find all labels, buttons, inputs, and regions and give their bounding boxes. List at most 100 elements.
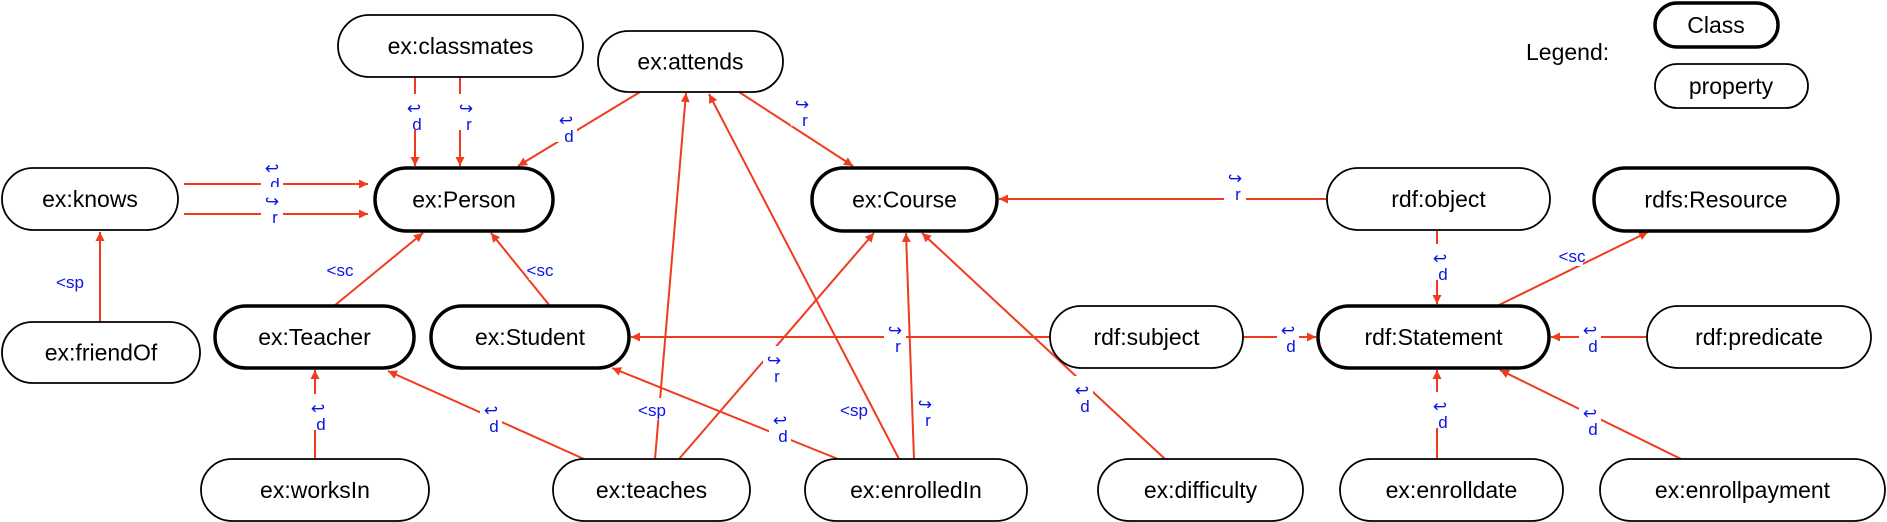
- edge-label-text: d: [1438, 265, 1447, 284]
- edge-label: ↩d: [1429, 244, 1451, 284]
- edge-statement-to-resource: [1498, 231, 1649, 306]
- edge-line: [1498, 231, 1649, 306]
- edge-label-text: r: [802, 111, 808, 130]
- edge-label: ↩d: [1429, 392, 1451, 432]
- node-label: ex:Person: [412, 187, 516, 213]
- nodes: ex:classmates ex:attends ex:knows ex:Person…: [1, 14, 1886, 522]
- edge-label: ↩d: [555, 106, 577, 146]
- edge-label: <sc: [1559, 244, 1586, 266]
- node-object: rdf:object: [1326, 167, 1551, 231]
- edge-label: <sp: [840, 398, 868, 420]
- node-teaches: ex:teaches: [552, 458, 751, 522]
- edge-label-text: d: [489, 417, 498, 436]
- edge-enrolledIn-to-course: [901, 232, 915, 460]
- edge-labels: ↩d ↪r ↩d ↪r ↩d ↪r <sp <sc <sc ↩d ↩d <sp ↪r ↩d <sp ↪r ↩d ↪…: [56, 90, 1601, 446]
- node-enrollpayment: ex:enrollpayment: [1599, 458, 1886, 522]
- edge-label: ↩d: [307, 394, 329, 434]
- edge-label-text: d: [316, 415, 325, 434]
- edge-line: [901, 232, 915, 460]
- edge-label-text: d: [778, 427, 787, 446]
- edge-label: <sc: [527, 258, 554, 280]
- node-label: ex:classmates: [388, 33, 534, 59]
- edge-label-text: <sc: [1559, 247, 1586, 266]
- node-knows: ex:knows: [1, 167, 179, 231]
- legend-class: Class: [1653, 1, 1780, 49]
- node-worksIn: ex:worksIn: [200, 458, 430, 522]
- node-label: ex:difficulty: [1144, 477, 1258, 503]
- edge-label: ↩d: [403, 94, 425, 134]
- edge-label-text: <sc: [527, 261, 554, 280]
- edge-attends-to-person: [517, 91, 641, 167]
- edge-line: [708, 93, 900, 460]
- edge-label-text: <sc: [327, 261, 354, 280]
- edge-line: [517, 91, 641, 167]
- node-teacher: ex:Teacher: [213, 304, 416, 370]
- edge-label: <sp: [56, 270, 84, 292]
- node-label: rdf:object: [1391, 186, 1486, 212]
- node-label: ex:Course: [852, 187, 957, 213]
- edge-label: ↪r: [455, 94, 477, 134]
- node-enrolldate: ex:enrolldate: [1339, 458, 1564, 522]
- edge-label-text: d: [1438, 413, 1447, 432]
- rdf-schema-diagram: ↩d ↪r ↩d ↪r ↩d ↪r <sp <sc <sc ↩d ↩d <sp ↪r ↩d <sp ↪r ↩d ↪…: [1, 1, 1886, 522]
- node-predicate: rdf:predicate: [1646, 305, 1872, 369]
- node-friendOf: ex:friendOf: [1, 321, 201, 384]
- edge-label: ↩d: [1277, 316, 1299, 356]
- node-label: ex:Student: [475, 324, 586, 350]
- node-label: ex:attends: [637, 49, 743, 75]
- edge-label-text: r: [466, 115, 472, 134]
- node-label: ex:enrolledIn: [850, 477, 982, 503]
- edge-label: ↪r: [884, 316, 906, 356]
- node-label: ex:Teacher: [258, 324, 371, 350]
- node-label: rdf:subject: [1093, 324, 1200, 350]
- legend-title: Legend:: [1526, 39, 1609, 65]
- edge-label-text: d: [412, 115, 421, 134]
- node-person: ex:Person: [373, 166, 555, 233]
- edge-label-text: d: [1588, 420, 1597, 439]
- node-enrolledIn: ex:enrolledIn: [804, 458, 1028, 522]
- legend-property: property: [1654, 63, 1809, 109]
- node-label: ex:enrolldate: [1386, 477, 1518, 503]
- node-statement: rdf:Statement: [1316, 304, 1551, 370]
- edge-enrolledIn-to-attends: [708, 93, 900, 460]
- edge-label-text: <sp: [840, 401, 868, 420]
- node-label: ex:worksIn: [260, 477, 370, 503]
- node-label: rdfs:Resource: [1644, 187, 1787, 213]
- node-student: ex:Student: [429, 304, 631, 370]
- edge-label-text: r: [1235, 185, 1241, 204]
- legend: Legend: Class property: [1526, 1, 1809, 109]
- node-subject: rdf:subject: [1049, 305, 1244, 369]
- edge-label: ↪r: [261, 187, 283, 227]
- edge-label-text: r: [774, 367, 780, 386]
- edge-label: <sp: [638, 398, 666, 420]
- node-difficulty: ex:difficulty: [1097, 458, 1304, 522]
- edge-label: ↪r: [1224, 164, 1246, 204]
- edge-label-text: <sp: [56, 273, 84, 292]
- edge-label: ↪r: [914, 390, 936, 430]
- edge-label: ↩d: [769, 406, 791, 446]
- legend-property-label: property: [1689, 73, 1774, 99]
- edge-label: ↪r: [763, 346, 785, 386]
- edge-label-text: <sp: [638, 401, 666, 420]
- edge-label-text: r: [272, 208, 278, 227]
- edge-label-text: r: [925, 411, 931, 430]
- edge-label: ↩d: [1579, 316, 1601, 356]
- legend-class-label: Class: [1687, 12, 1745, 38]
- node-label: ex:enrollpayment: [1655, 477, 1831, 503]
- edge-label: ↩d: [1071, 376, 1093, 416]
- edge-label-text: r: [895, 337, 901, 356]
- node-classmates: ex:classmates: [337, 14, 584, 78]
- node-resource: rdfs:Resource: [1592, 166, 1840, 233]
- node-label: ex:teaches: [596, 477, 707, 503]
- edge-label: <sc: [327, 258, 354, 280]
- edge-label-text: d: [564, 127, 573, 146]
- edge-label: ↩d: [480, 396, 502, 436]
- edge-label-text: d: [1080, 397, 1089, 416]
- node-label: ex:friendOf: [45, 340, 158, 366]
- node-label: ex:knows: [42, 186, 138, 212]
- node-label: rdf:predicate: [1695, 324, 1823, 350]
- node-attends: ex:attends: [597, 30, 784, 93]
- node-label: rdf:Statement: [1364, 324, 1503, 350]
- edge-label: ↪r: [791, 90, 813, 130]
- edge-label: ↩d: [1579, 399, 1601, 439]
